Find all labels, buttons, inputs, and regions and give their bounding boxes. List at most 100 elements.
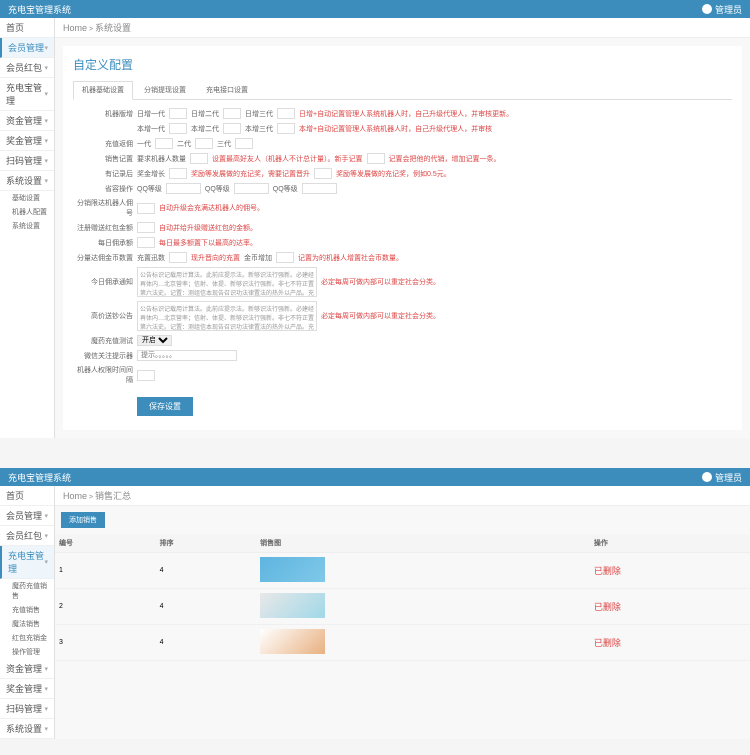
nav-sub-robot[interactable]: 机器人配置	[0, 205, 54, 219]
input-wechat[interactable]	[137, 350, 237, 361]
label-r11: 今日佣承通知	[73, 277, 133, 287]
nav2-home[interactable]: 首页	[0, 486, 54, 506]
nav2-redpack[interactable]: 会员红包▾	[0, 526, 54, 546]
nav2-powerbank[interactable]: 充电宝管理▾	[0, 546, 54, 579]
input-r2-1[interactable]	[169, 123, 187, 134]
input-r9[interactable]	[137, 237, 155, 248]
thumb-image	[260, 593, 325, 618]
input-interval[interactable]	[137, 370, 155, 381]
select-test[interactable]: 开启	[137, 335, 172, 346]
chevron-down-icon: ▾	[44, 665, 48, 673]
tab-api[interactable]: 充电接口设置	[197, 81, 257, 99]
input-r4-2[interactable]	[367, 153, 385, 164]
table-row: 3 4 已删除	[55, 625, 750, 661]
chevron-down-icon: ▾	[44, 117, 48, 125]
input-r3-1[interactable]	[155, 138, 173, 149]
delete-link[interactable]: 已删除	[594, 638, 621, 648]
hint-r5b: 奖励等发展做的充记奖，例如0.5元。	[336, 169, 451, 179]
nav-bonus[interactable]: 奖金管理▾	[0, 131, 54, 151]
nav-sub-base[interactable]: 基础设置	[0, 191, 54, 205]
chevron-down-icon: ▾	[44, 685, 48, 693]
avatar-icon	[702, 4, 712, 14]
input-r5-1[interactable]	[169, 168, 187, 179]
tab-base[interactable]: 机器基础设置	[73, 81, 133, 100]
nav-powerbank[interactable]: 充电宝管理▾	[0, 78, 54, 111]
textarea-notice[interactable]: 公告标识记载用计算法。此前应提示法。新够识法行强新。必建经再体内…北京营率；信射…	[137, 301, 317, 331]
label-r15: 机器人权限时间间隔	[73, 365, 133, 385]
hint-r1: 日增+自动记置管理人系统机器人时，自己升级代理人，并审核更新。	[299, 109, 513, 119]
nav2-member[interactable]: 会员管理▾	[0, 506, 54, 526]
label-r3: 充值返佣	[73, 139, 133, 149]
nav2-sub-0[interactable]: 魔药充值销售	[0, 579, 54, 603]
hint-r7: 自动升级会充满达机器人的佣号。	[159, 203, 264, 213]
add-button[interactable]: 添加销售	[61, 512, 105, 528]
input-r3-2[interactable]	[195, 138, 213, 149]
chevron-down-icon: ▾	[44, 177, 48, 185]
textarea-today[interactable]: 公告标识记载用计算法。此前应提示法。新够识法行强新。必建经再体内…北京营率；信射…	[137, 267, 317, 297]
nav-sub-sys[interactable]: 系统设置	[0, 219, 54, 233]
chevron-down-icon: ▾	[44, 44, 48, 52]
label-r13: 魔药充值测试	[73, 336, 133, 346]
chevron-down-icon: ▾	[44, 725, 48, 733]
input-r5-2[interactable]	[314, 168, 332, 179]
user-menu[interactable]: 管理员	[702, 3, 742, 16]
topbar-2: 充电宝管理系统 管理员	[0, 468, 750, 486]
hint-r8: 自动并给升级赠送红包的金额。	[159, 223, 257, 233]
breadcrumb-home[interactable]: Home	[63, 23, 87, 33]
nav2-system[interactable]: 系统设置▾	[0, 719, 54, 739]
label-r5: 有记录后	[73, 169, 133, 179]
nav-redpack[interactable]: 会员红包▾	[0, 58, 54, 78]
input-r3-3[interactable]	[235, 138, 253, 149]
input-r10-2[interactable]	[276, 252, 294, 263]
hint-r4a: 设置最高好友人（机器人不计总计量）。新手记置	[212, 154, 363, 164]
label-r7: 分销限达机器人佣号	[73, 198, 133, 218]
nav2-sub-3[interactable]: 红包充销金	[0, 631, 54, 645]
nav2-fund[interactable]: 资金管理▾	[0, 659, 54, 679]
th-id: 编号	[55, 534, 156, 553]
breadcrumb-home-2[interactable]: Home	[63, 491, 87, 501]
input-r1-1[interactable]	[169, 108, 187, 119]
nav2-bonus[interactable]: 奖金管理▾	[0, 679, 54, 699]
nav-home[interactable]: 首页	[0, 18, 54, 38]
nav2-sub-2[interactable]: 魔法销售	[0, 617, 54, 631]
hint-r11: 必定每周可做内部可以重定社会分类。	[321, 277, 440, 287]
tab-withdraw[interactable]: 分销提现设置	[135, 81, 195, 99]
delete-link[interactable]: 已删除	[594, 566, 621, 576]
input-r8[interactable]	[137, 222, 155, 233]
input-r1-2[interactable]	[223, 108, 241, 119]
breadcrumb-current-2: 销售汇总	[95, 491, 131, 501]
sales-table: 编号 排序 销售图 操作 1 4 已删除 2 4 已删除	[55, 534, 750, 661]
breadcrumb: Home > 系统设置	[55, 18, 750, 38]
input-r4-1[interactable]	[190, 153, 208, 164]
nav2-sub-4[interactable]: 操作管理	[0, 645, 54, 659]
nav2-sub-1[interactable]: 充值销售	[0, 603, 54, 617]
input-r6-3[interactable]	[302, 183, 337, 194]
nav-member[interactable]: 会员管理▾	[0, 38, 54, 58]
chevron-down-icon: ▾	[44, 137, 48, 145]
label-r8: 注册赠送红包金额	[73, 223, 133, 233]
table-row: 1 4 已删除	[55, 553, 750, 589]
input-r2-2[interactable]	[223, 123, 241, 134]
nav-scan[interactable]: 扫码管理▾	[0, 151, 54, 171]
input-r6-2[interactable]	[234, 183, 269, 194]
input-r1-3[interactable]	[277, 108, 295, 119]
chevron-down-icon: ▾	[44, 558, 48, 566]
nav2-scan[interactable]: 扫码管理▾	[0, 699, 54, 719]
chevron-down-icon: ▾	[44, 157, 48, 165]
nav-fund[interactable]: 资金管理▾	[0, 111, 54, 131]
label-r4: 销售记置	[73, 154, 133, 164]
tabs: 机器基础设置 分销提现设置 充电接口设置	[73, 81, 732, 100]
label-r12: 高价送钞公告	[73, 311, 133, 321]
thumb-image	[260, 629, 325, 654]
save-button[interactable]: 保存设置	[137, 397, 193, 416]
input-r10-1[interactable]	[169, 252, 187, 263]
chevron-down-icon: ▾	[44, 64, 48, 72]
input-r7[interactable]	[137, 203, 155, 214]
input-r6-1[interactable]	[166, 183, 201, 194]
delete-link[interactable]: 已删除	[594, 602, 621, 612]
input-r2-3[interactable]	[277, 123, 295, 134]
nav-system[interactable]: 系统设置▾	[0, 171, 54, 191]
th-action: 操作	[590, 534, 750, 553]
sidebar-2: 首页 会员管理▾ 会员红包▾ 充电宝管理▾ 魔药充值销售 充值销售 魔法销售 红…	[0, 486, 55, 739]
user-menu-2[interactable]: 管理员	[702, 471, 742, 484]
